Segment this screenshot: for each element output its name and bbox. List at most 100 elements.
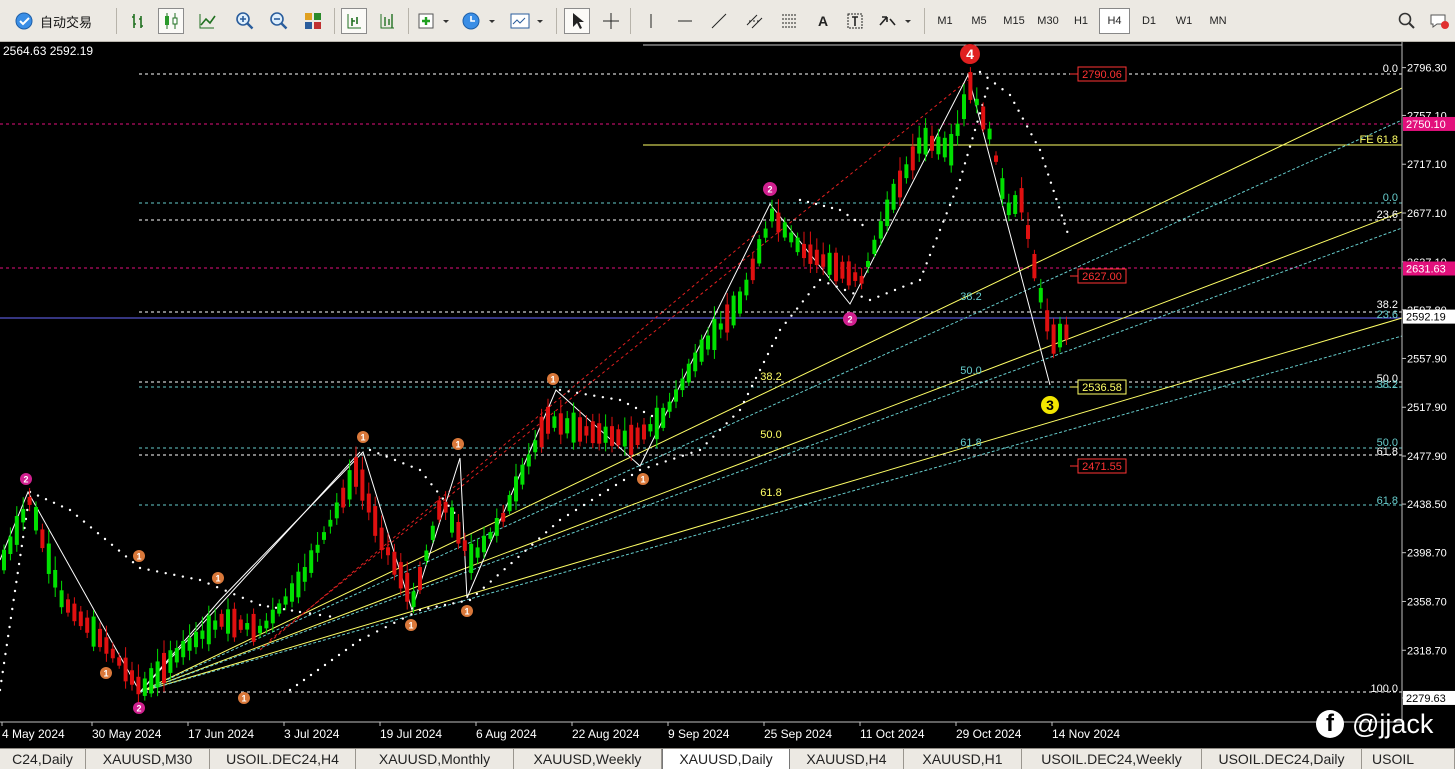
candle-body	[386, 547, 390, 556]
templates-button[interactable]	[508, 8, 548, 34]
projection-dot	[496, 574, 499, 577]
chart-shift-button[interactable]	[374, 8, 400, 34]
tab-xauusd-m30[interactable]: XAUUSD,M30	[86, 749, 210, 769]
crosshair-button[interactable]	[598, 8, 624, 34]
projection-dot	[861, 223, 864, 227]
candle-body	[718, 323, 723, 330]
projection-dot	[250, 600, 253, 603]
candle-body	[789, 232, 794, 243]
tab-xauusd-monthly[interactable]: XAUUSD,Monthly	[356, 749, 514, 769]
auto-trading-button[interactable]: 自动交易	[14, 8, 110, 34]
timeframe-d1[interactable]: D1	[1134, 8, 1164, 34]
tab-usoil-dec24-daily-2[interactable]: USOIL.DEC24,Daily	[1202, 749, 1362, 769]
tab-usoil-dec24-h4[interactable]: USOIL.DEC24,H4	[210, 749, 356, 769]
wave-marker-label: 2	[847, 315, 852, 325]
tab-xauusd-daily[interactable]: XAUUSD,Daily	[662, 749, 790, 769]
projection-dot	[531, 543, 534, 546]
candle-body	[443, 501, 448, 513]
text-label-button[interactable]	[842, 8, 868, 34]
candle-body	[1019, 188, 1024, 213]
timeframe-m5[interactable]: M5	[965, 8, 993, 34]
facebook-icon: f	[1316, 710, 1344, 738]
level-box-label: 2536.58	[1082, 382, 1122, 394]
date-axis-label: 22 Aug 2024	[572, 727, 640, 741]
cursor-button[interactable]	[564, 8, 590, 34]
trend-line	[269, 79, 969, 641]
equidistant-channel-button[interactable]	[742, 8, 768, 34]
timeframe-h1[interactable]: H1	[1066, 8, 1096, 34]
candle-body	[34, 507, 38, 531]
vertical-line-button[interactable]	[638, 8, 664, 34]
indicators-button[interactable]	[416, 8, 452, 34]
candle-body	[104, 637, 109, 654]
chat-button[interactable]	[1426, 8, 1452, 34]
bar-chart-button[interactable]	[126, 8, 152, 34]
tab-xauusd-h4[interactable]: XAUUSD,H4	[790, 749, 904, 769]
timeframe-m1[interactable]: M1	[931, 8, 959, 34]
fib-inner-label: 50.0	[960, 365, 981, 377]
auto-scroll-button[interactable]	[341, 8, 367, 34]
tab-xauusd-h1[interactable]: XAUUSD,H1	[904, 749, 1022, 769]
date-axis-label: 14 Nov 2024	[1052, 727, 1120, 741]
projection-dot	[986, 87, 989, 90]
candle-body	[885, 199, 890, 227]
timeframe-m30[interactable]: M30	[1032, 8, 1064, 34]
projection-dot	[20, 544, 24, 548]
timeframe-h4[interactable]: H4	[1099, 8, 1130, 34]
search-icon	[1398, 12, 1415, 29]
level-box-label: 2790.06	[1082, 69, 1122, 81]
tab-xauusd-weekly[interactable]: XAUUSD,Weekly	[514, 749, 662, 769]
projection-dot	[0, 679, 3, 683]
candle-body	[629, 424, 634, 455]
trendline-icon	[711, 13, 727, 29]
projection-dot	[4, 652, 7, 656]
wave-zigzag	[0, 73, 1051, 693]
timeframe-w1[interactable]: W1	[1168, 8, 1200, 34]
price-chart[interactable]: 2 1 1 2 1 1 1 1 1 1 1 1 2 2 4 3 0.0 FE 61.8 0.0 23.6 38.2 23…	[0, 42, 1455, 748]
projection-dot	[766, 352, 770, 356]
projection-dot	[770, 344, 774, 348]
candle-body	[635, 427, 640, 446]
tab-usoil-dec24-daily[interactable]: C24,Daily	[0, 749, 86, 769]
projection-dot	[961, 170, 964, 173]
search-button[interactable]	[1394, 8, 1420, 34]
periods-button[interactable]	[460, 8, 500, 34]
projection-dot	[393, 458, 397, 462]
date-axis[interactable]: 4 May 2024 30 May 2024 17 Jun 2024 3 Jul 20…	[1, 722, 1120, 741]
timeframe-mn[interactable]: MN	[1202, 8, 1234, 34]
tab-usoil-dec24-weekly[interactable]: USOIL.DEC24,Weekly	[1022, 749, 1202, 769]
line-chart-button[interactable]	[194, 8, 220, 34]
candle-body	[411, 591, 416, 608]
tile-windows-button[interactable]	[300, 8, 326, 34]
projection-dot	[774, 336, 778, 340]
projection-dot	[626, 402, 630, 406]
trendline-button[interactable]	[706, 8, 732, 34]
projection-dot	[566, 513, 570, 517]
candle-body	[341, 487, 346, 508]
price-axis-label: 2557.90	[1407, 353, 1447, 365]
date-axis-label: 30 May 2024	[92, 727, 162, 741]
tab-usoil[interactable]: USOIL	[1362, 749, 1455, 769]
candle-body	[955, 123, 960, 136]
zoom-out-button[interactable]	[266, 8, 292, 34]
projection-dot	[942, 220, 945, 223]
text-button[interactable]: A	[810, 8, 836, 34]
candle-body	[290, 583, 294, 602]
projection-dot	[634, 406, 638, 410]
projection-dot	[524, 549, 527, 552]
candle-body	[475, 547, 480, 558]
fibonacci-button[interactable]	[776, 8, 802, 34]
projection-dot	[1057, 206, 1061, 209]
projection-dot	[885, 292, 888, 295]
candle-body	[827, 252, 832, 275]
auto-trading-label: 自动交易	[40, 15, 93, 31]
candlestick-button[interactable]	[158, 8, 184, 34]
arrows-button[interactable]	[876, 8, 916, 34]
horizontal-line-button[interactable]	[672, 8, 698, 34]
projection-dot	[567, 390, 570, 393]
timeframe-m15[interactable]: M15	[998, 8, 1030, 34]
zoom-in-button[interactable]	[232, 8, 258, 34]
projection-dot	[598, 493, 602, 497]
date-axis-label: 19 Jul 2024	[380, 727, 442, 741]
projection-dot	[601, 395, 605, 399]
